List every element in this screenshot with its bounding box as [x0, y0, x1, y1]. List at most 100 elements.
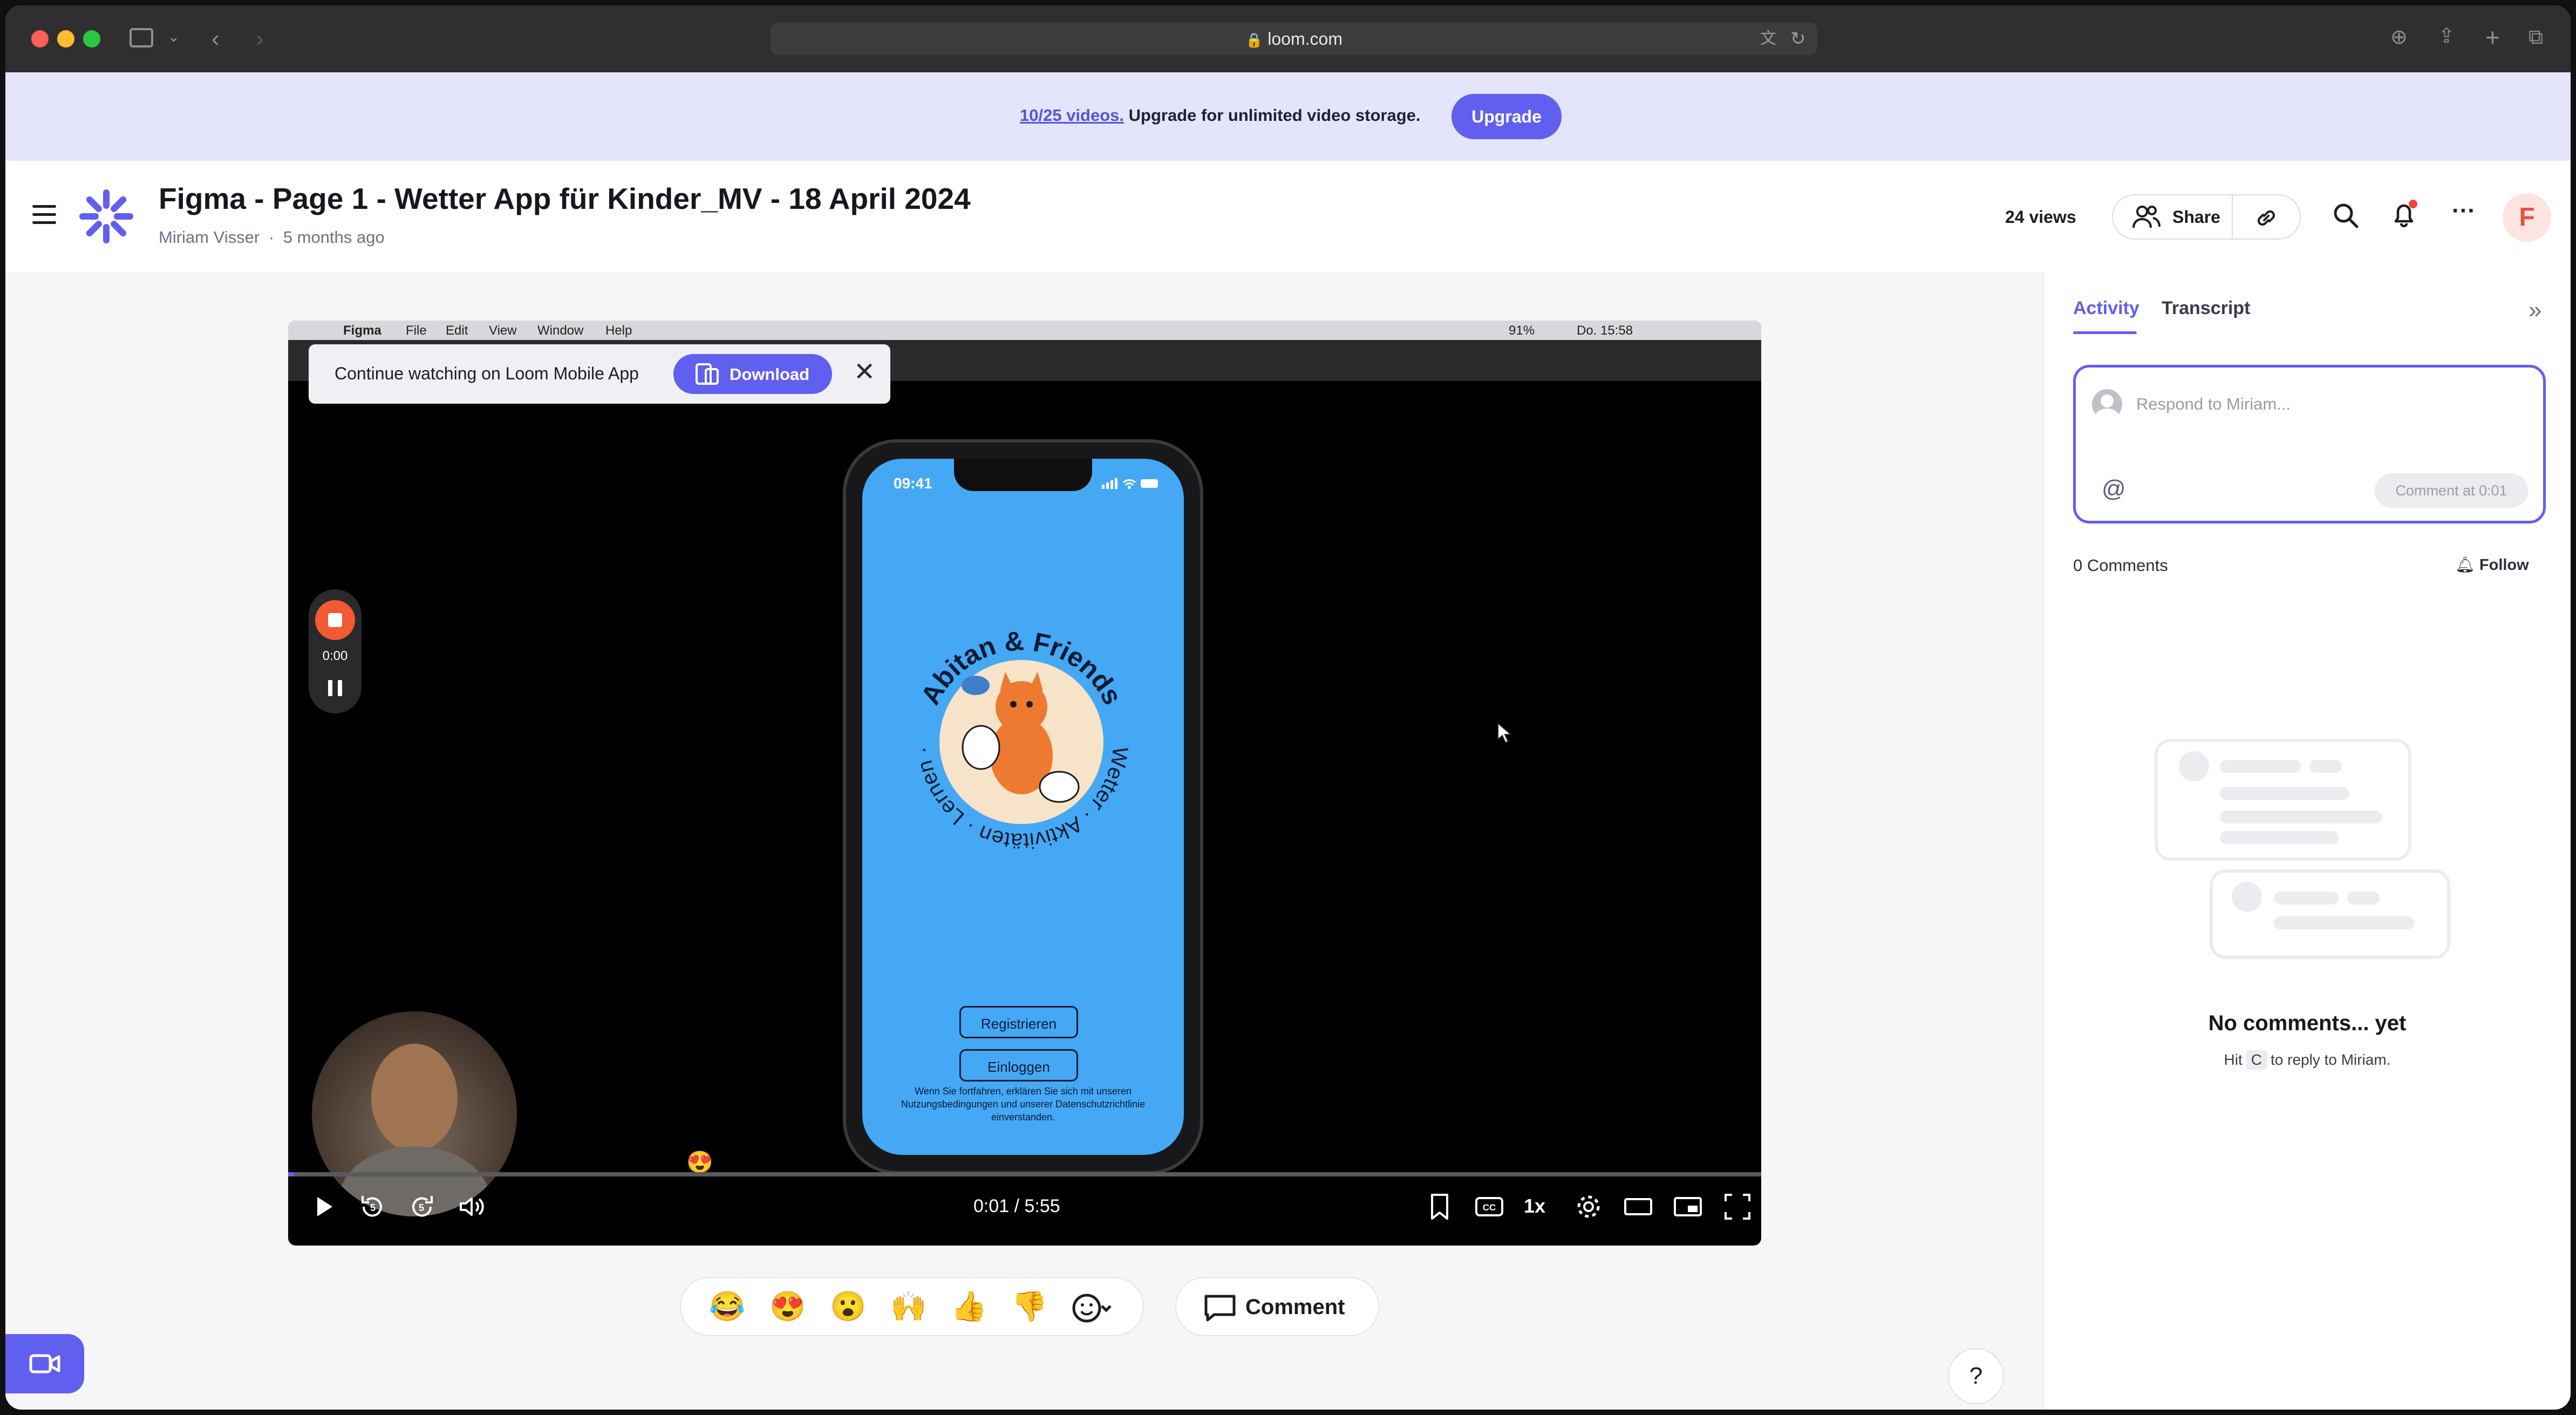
copy-link-button[interactable] — [2232, 194, 2301, 240]
fullscreen-icon[interactable] — [1721, 1190, 1754, 1223]
rec-battery: 91% — [1509, 323, 1535, 338]
record-video-button[interactable] — [5, 1334, 84, 1393]
follow-label: Follow — [2479, 556, 2529, 574]
phone-legal-text: Wenn Sie fortfahren, erklären Sie sich m… — [901, 1086, 1146, 1123]
close-window-button[interactable] — [31, 30, 49, 47]
notification-dot — [2409, 200, 2417, 208]
rec-menu-app: Figma — [343, 323, 381, 338]
empty-state-title: No comments... yet — [2208, 1011, 2407, 1035]
forward-icon[interactable]: 5 — [406, 1190, 438, 1223]
follow-bell-icon: 🔔︎ — [2455, 556, 2475, 574]
comment-placeholder[interactable]: Respond to Miriam... — [2136, 394, 2291, 414]
follow-button[interactable]: 🔔︎ Follow — [2455, 556, 2529, 574]
share-button[interactable]: Share — [2112, 194, 2233, 240]
captions-icon[interactable]: CC — [1473, 1190, 1505, 1223]
phone-notch — [954, 459, 1092, 491]
more-icon[interactable]: ··· — [2452, 198, 2476, 225]
collapse-sidebar-icon[interactable]: » — [2529, 297, 2541, 324]
register-button[interactable]: Registrieren — [959, 1006, 1078, 1038]
pip-icon[interactable] — [1672, 1190, 1704, 1223]
bell-icon[interactable] — [2389, 200, 2420, 230]
rewind-icon[interactable]: 5 — [356, 1190, 389, 1223]
play-icon[interactable] — [308, 1190, 340, 1223]
author-name[interactable]: Miriam Visser — [159, 228, 260, 247]
cursor-icon — [1497, 722, 1512, 744]
share-people-icon — [2132, 206, 2161, 228]
phone-mockup: 09:41 Abitan & Friends Wetter · Aktivitä… — [843, 439, 1203, 1174]
meta-separator: · — [268, 228, 275, 247]
rec-menu-help: Help — [605, 323, 632, 338]
downloads-icon[interactable]: ⊕ — [2390, 27, 2408, 47]
new-tab-icon[interactable]: + — [2485, 25, 2500, 50]
download-button[interactable]: Download — [673, 354, 832, 394]
forward-nav-icon[interactable]: › — [256, 27, 264, 51]
video-header: Figma - Page 1 - Wetter App für Kinder_M… — [5, 161, 2571, 272]
settings-icon[interactable] — [1572, 1190, 1605, 1223]
help-button[interactable]: ? — [1948, 1348, 2004, 1404]
recorded-menubar: Figma File Edit View Window Help 91% Do.… — [288, 321, 1761, 340]
speed-button[interactable]: 1x — [1524, 1195, 1556, 1227]
rec-menu-file: File — [406, 323, 427, 338]
player-controls: 5 5 0:01 / 5:55 CC 1x — [288, 1176, 1761, 1246]
rec-clock: Do. 15:58 — [1577, 323, 1633, 338]
back-icon[interactable]: ‹ — [212, 27, 220, 51]
comment-submit-button[interactable]: Comment at 0:01 — [2375, 473, 2528, 508]
video-player[interactable]: Figma File Edit View Window Help 91% Do.… — [288, 321, 1761, 1246]
sidebar-toggle-icon[interactable] — [130, 28, 153, 47]
video-meta: Miriam Visser · 5 months ago — [159, 228, 385, 247]
view-count[interactable]: 24 views — [2005, 207, 2076, 227]
pause-recording-icon[interactable] — [328, 680, 342, 696]
menu-icon[interactable] — [32, 205, 56, 225]
app-badge-illustration: Abitan & Friends Wetter · Aktivitäten · … — [911, 625, 1132, 853]
rec-menu-window: Window — [537, 323, 584, 338]
reaction-laugh[interactable]: 😂 — [709, 1292, 745, 1321]
close-icon[interactable]: ✕ — [854, 359, 875, 385]
recording-time: 0:00 — [322, 649, 348, 663]
progress-fill — [288, 1172, 294, 1176]
comment-input-box[interactable]: Respond to Miriam... @ Comment at 0:01 — [2073, 365, 2546, 523]
reload-icon[interactable]: ↻ — [1790, 23, 1806, 55]
browser-window: ⌄ ‹ › 🔒 loom.com 文 ↻ ⊕ ⇪ + ⧉ 10/25 video… — [5, 5, 2571, 1410]
stop-recording-button[interactable] — [315, 600, 355, 640]
login-button[interactable]: Einloggen — [959, 1049, 1078, 1081]
avatar[interactable]: F — [2503, 193, 2551, 242]
maximize-window-button[interactable] — [83, 30, 100, 47]
video-age: 5 months ago — [283, 228, 385, 247]
reaction-heart-eyes[interactable]: 😍 — [769, 1292, 806, 1321]
loom-logo-icon[interactable] — [77, 187, 136, 246]
bookmark-icon[interactable] — [1423, 1190, 1456, 1223]
record-camera-icon — [29, 1354, 60, 1373]
comment-button[interactable]: Comment — [1175, 1277, 1379, 1336]
chevron-down-icon[interactable]: ⌄ — [167, 29, 180, 44]
reaction-thumbs-up[interactable]: 👍 — [951, 1292, 987, 1321]
upgrade-button[interactable]: Upgrade — [1451, 94, 1562, 139]
webcam-face — [371, 1044, 458, 1152]
phone-status-icons — [1102, 478, 1158, 489]
empty-state-hint: Hit Cto reply to Miriam. — [2044, 1050, 2571, 1070]
address-bar[interactable]: 🔒 loom.com 文 ↻ — [771, 23, 1817, 55]
progress-bar[interactable] — [288, 1172, 1761, 1176]
volume-icon[interactable] — [455, 1190, 488, 1223]
time-readout: 0:01 / 5:55 — [973, 1196, 1060, 1216]
reaction-thumbs-down[interactable]: 👎 — [1011, 1292, 1047, 1321]
empty-comments-illustration — [2155, 739, 2450, 959]
browser-titlebar: ⌄ ‹ › 🔒 loom.com 文 ↻ ⊕ ⇪ + ⧉ — [5, 5, 2571, 72]
tab-transcript[interactable]: Transcript — [2162, 298, 2250, 319]
phone-screen: 09:41 Abitan & Friends Wetter · Aktivitä… — [862, 459, 1184, 1155]
reaction-raised-hands[interactable]: 🙌 — [890, 1292, 926, 1321]
search-icon[interactable] — [2332, 202, 2359, 229]
usage-link[interactable]: 10/25 videos. — [1020, 106, 1124, 125]
share-sheet-icon[interactable]: ⇪ — [2438, 26, 2455, 46]
page-title: Figma - Page 1 - Wetter App für Kinder_M… — [159, 182, 971, 215]
tab-activity[interactable]: Activity — [2073, 298, 2139, 319]
minimize-window-button[interactable] — [57, 30, 74, 47]
download-label: Download — [730, 365, 810, 384]
mention-icon[interactable]: @ — [2102, 475, 2126, 502]
share-label: Share — [2172, 207, 2220, 227]
reaction-surprised[interactable]: 😮 — [830, 1292, 866, 1321]
theater-icon[interactable] — [1622, 1190, 1654, 1223]
reaction-marker[interactable]: 😍 — [686, 1149, 713, 1175]
translate-icon[interactable]: 文 — [1760, 23, 1776, 55]
tab-overview-icon[interactable]: ⧉ — [2529, 27, 2543, 47]
add-reaction-icon[interactable] — [1072, 1292, 1113, 1324]
